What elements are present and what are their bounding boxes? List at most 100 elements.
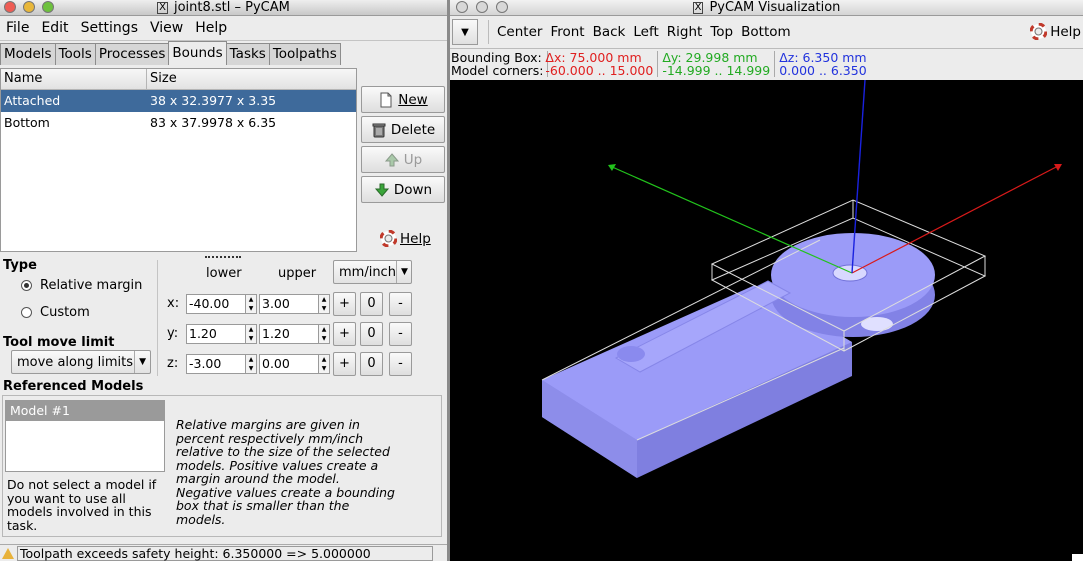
tab-toolpaths[interactable]: Toolpaths [268,43,341,65]
z-lower-spinner[interactable]: -3.00 ▲ ▼ [186,354,257,374]
z-zero-button[interactable]: 0 [360,352,383,376]
view-left-button[interactable]: Left [633,24,658,40]
bounding-box-info: Bounding Box: Model corners: Δx: 75.000 … [450,49,1083,82]
z-upper-spinner[interactable]: 0.00 ▲ ▼ [259,354,330,374]
x-upper-value[interactable]: 3.00 [259,294,319,314]
x11-icon: X [692,2,704,14]
view-back-button[interactable]: Back [593,24,626,40]
z-upper-value[interactable]: 0.00 [259,354,319,374]
tab-tasks[interactable]: Tasks [225,43,270,65]
bbox-z-values: Δz: 6.350 mm 0.000 .. 6.350 [775,51,870,77]
y-minus-button[interactable]: - [389,322,412,346]
x-zero-button[interactable]: 0 [360,292,383,316]
radio-indicator [21,307,32,318]
y-lower-spinner[interactable]: 1.20 ▲ ▼ [186,324,257,344]
menu-help[interactable]: Help [189,20,233,36]
corners-label: Model corners: [451,63,544,78]
arrow-down-icon [374,183,389,197]
spinner-arrows-icon[interactable]: ▲ ▼ [246,324,257,344]
lifebuoy-icon [380,230,397,247]
view-center-button[interactable]: Center [497,24,542,40]
chevron-down-icon: ▼ [134,351,150,373]
3d-viewport[interactable] [450,79,1083,561]
tab-models[interactable]: Models [0,43,56,65]
y-zero-button[interactable]: 0 [360,322,383,346]
move-down-button[interactable]: Down [361,176,445,203]
tab-bounds[interactable]: Bounds [168,41,227,65]
z-plus-button[interactable]: + [333,352,356,376]
resize-grip-icon[interactable] [1072,554,1083,561]
tool-move-limit-value: move along limits [17,354,133,370]
viz-window-title: PyCAM Visualization [709,0,841,15]
view-right-button[interactable]: Right [667,24,703,40]
spinner-arrows-icon[interactable]: ▲ ▼ [319,294,330,314]
y-upper-spinner[interactable]: 1.20 ▲ ▼ [259,324,330,344]
radio-indicator [21,280,32,291]
type-label: Type [3,258,37,273]
referenced-models-label: Referenced Models [3,379,144,394]
help-button[interactable]: Help [380,230,431,247]
menu-file[interactable]: File [0,20,35,36]
section-divider [157,260,158,376]
move-down-label: Down [393,181,433,198]
x-lower-value[interactable]: -40.00 [186,294,246,314]
tab-processes[interactable]: Processes [94,43,170,65]
tool-move-limit-select[interactable]: move along limits ▼ [11,350,151,374]
y-upper-value[interactable]: 1.20 [259,324,319,344]
new-button[interactable]: New [361,86,445,113]
view-bottom-button[interactable]: Bottom [741,24,791,40]
column-header-name[interactable]: Name [1,69,147,89]
bbox-labels: Bounding Box: Model corners: [450,51,549,78]
spinner-arrows-icon[interactable]: ▲ ▼ [246,294,257,314]
model-groove-end [617,346,645,362]
radio-label: Relative margin [40,278,143,293]
unit-select[interactable]: mm/inch ▼ [333,260,412,284]
y-lower-value[interactable]: 1.20 [186,324,246,344]
x-lower-spinner[interactable]: -40.00 ▲ ▼ [186,294,257,314]
viz-title-bar: X PyCAM Visualization [450,0,1083,16]
z-minus-button[interactable]: - [389,352,412,376]
radio-relative-margin[interactable]: Relative margin [21,278,142,293]
pane-resize-handle[interactable] [205,256,241,258]
status-bar: Toolpath exceeds safety height: 6.350000… [0,544,447,561]
viz-help-button[interactable]: Help [1030,23,1081,40]
delete-button[interactable]: Delete [361,116,445,143]
referenced-models-list[interactable]: Model #1 [5,400,165,472]
row-name: Attached [4,93,61,108]
tool-move-limit-label: Tool move limit [3,335,115,350]
help-label: Help [400,230,431,247]
menu-edit[interactable]: Edit [35,20,74,36]
table-row[interactable]: Attached 38 x 32.3977 x 3.35 [1,90,356,112]
pycam-main-window: Xjoint8.stl – PyCAM File Edit Settings V… [0,0,447,561]
spinner-arrows-icon[interactable]: ▲ ▼ [246,354,257,374]
spinner-arrows-icon[interactable]: ▲ ▼ [319,354,330,374]
row-size: 83 x 37.9978 x 6.35 [150,115,277,130]
z-lower-value[interactable]: -3.00 [186,354,246,374]
menu-view[interactable]: View [144,20,189,36]
warning-icon [2,548,14,559]
table-row[interactable]: Bottom 83 x 37.9978 x 6.35 [1,112,356,134]
view-top-button[interactable]: Top [710,24,733,40]
y-plus-button[interactable]: + [333,322,356,346]
menu-settings[interactable]: Settings [75,20,144,36]
viz-help-label: Help [1050,23,1081,40]
x-upper-spinner[interactable]: 3.00 ▲ ▼ [259,294,330,314]
spinner-arrows-icon[interactable]: ▲ ▼ [319,324,330,344]
radio-custom[interactable]: Custom [21,305,90,320]
chevron-down-icon: ▼ [395,261,412,283]
status-message: Toolpath exceeds safety height: 6.350000… [17,546,433,561]
corners-z: 0.000 .. 6.350 [779,63,867,78]
view-menu-dropdown[interactable]: ▼ [452,19,478,45]
model-render [541,79,1083,561]
x-plus-button[interactable]: + [333,292,356,316]
x-minus-button[interactable]: - [389,292,412,316]
corners-y: -14.999 .. 14.999 [662,63,771,78]
move-up-label: Up [403,151,423,168]
new-button-label: New [398,91,428,108]
list-item[interactable]: Model #1 [6,401,164,421]
column-header-size[interactable]: Size [147,69,177,89]
tab-tools[interactable]: Tools [54,43,96,65]
move-up-button[interactable]: Up [361,146,445,173]
view-front-button[interactable]: Front [550,24,584,40]
new-document-icon [380,92,392,107]
